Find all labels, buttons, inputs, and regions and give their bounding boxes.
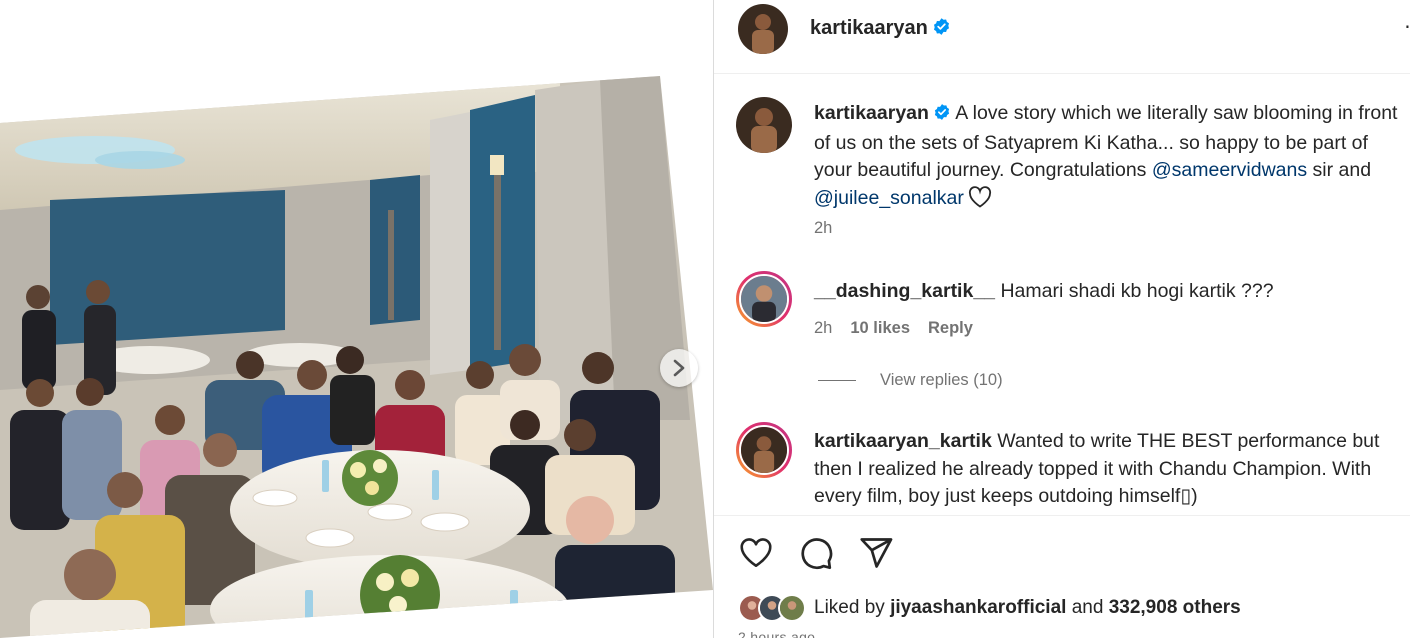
- liked-by: Liked by jiyaashankarofficial and 332,90…: [738, 594, 1241, 622]
- commenter-username[interactable]: kartikaaryan_kartik: [814, 430, 992, 452]
- commenter-avatar[interactable]: [736, 422, 792, 478]
- chevron-right-icon: [673, 359, 685, 377]
- mention-link[interactable]: @juilee_sonalkar: [814, 187, 964, 209]
- verified-badge-icon: [933, 102, 951, 130]
- share-icon: [860, 538, 893, 568]
- likes-count[interactable]: 332,908 others: [1109, 597, 1241, 619]
- comment-likes[interactable]: 10 likes: [850, 319, 910, 338]
- liker-avatars[interactable]: [738, 594, 806, 622]
- post-media: [0, 0, 713, 638]
- caption-author-avatar[interactable]: [736, 97, 792, 153]
- post-header: kartikaaryan ⋯: [714, 0, 1410, 74]
- comment-text: kartikaaryan_kartik Wanted to write THE …: [814, 430, 1380, 507]
- share-button[interactable]: [858, 535, 894, 571]
- caption-username[interactable]: kartikaaryan: [814, 102, 929, 124]
- liker-username[interactable]: jiyaashankarofficial: [890, 597, 1066, 619]
- like-button[interactable]: [738, 535, 774, 571]
- reply-button[interactable]: Reply: [928, 319, 973, 338]
- caption-time: 2h: [814, 219, 833, 237]
- author-username[interactable]: kartikaaryan: [810, 17, 951, 42]
- heart-icon: [740, 538, 772, 568]
- commenter-username[interactable]: __dashing_kartik__: [814, 280, 995, 302]
- comment-button[interactable]: [798, 535, 834, 571]
- comments-list: kartikaaryan A love story which we liter…: [714, 75, 1410, 515]
- post-actions: Liked by jiyaashankarofficial and 332,90…: [714, 515, 1410, 638]
- heart-icon: [968, 185, 992, 217]
- next-photo-button[interactable]: [660, 349, 698, 387]
- caption-text: kartikaaryan A love story which we liter…: [814, 100, 1410, 216]
- caption-meta: 2h: [814, 219, 832, 238]
- avatar: [778, 594, 806, 622]
- divider: [818, 380, 856, 381]
- more-options-icon[interactable]: ⋯: [1404, 14, 1410, 39]
- post-details-panel: kartikaaryan ⋯ kartikaaryan A love story…: [713, 0, 1410, 638]
- author-avatar[interactable]: [738, 4, 788, 54]
- commenter-avatar[interactable]: [736, 271, 792, 327]
- verified-badge-icon: [932, 17, 951, 42]
- comment-time: 2h: [814, 319, 833, 337]
- comment-icon: [801, 538, 833, 570]
- post-timestamp[interactable]: 2 hours ago: [738, 629, 815, 638]
- post-photo: [0, 76, 713, 638]
- comment-meta: 2h 10 likes Reply: [814, 319, 973, 338]
- comment-text: __dashing_kartik__ Hamari shadi kb hogi …: [814, 280, 1274, 302]
- mention-link[interactable]: @sameervidwans: [1152, 159, 1307, 181]
- view-replies-button[interactable]: View replies (10): [818, 371, 1003, 390]
